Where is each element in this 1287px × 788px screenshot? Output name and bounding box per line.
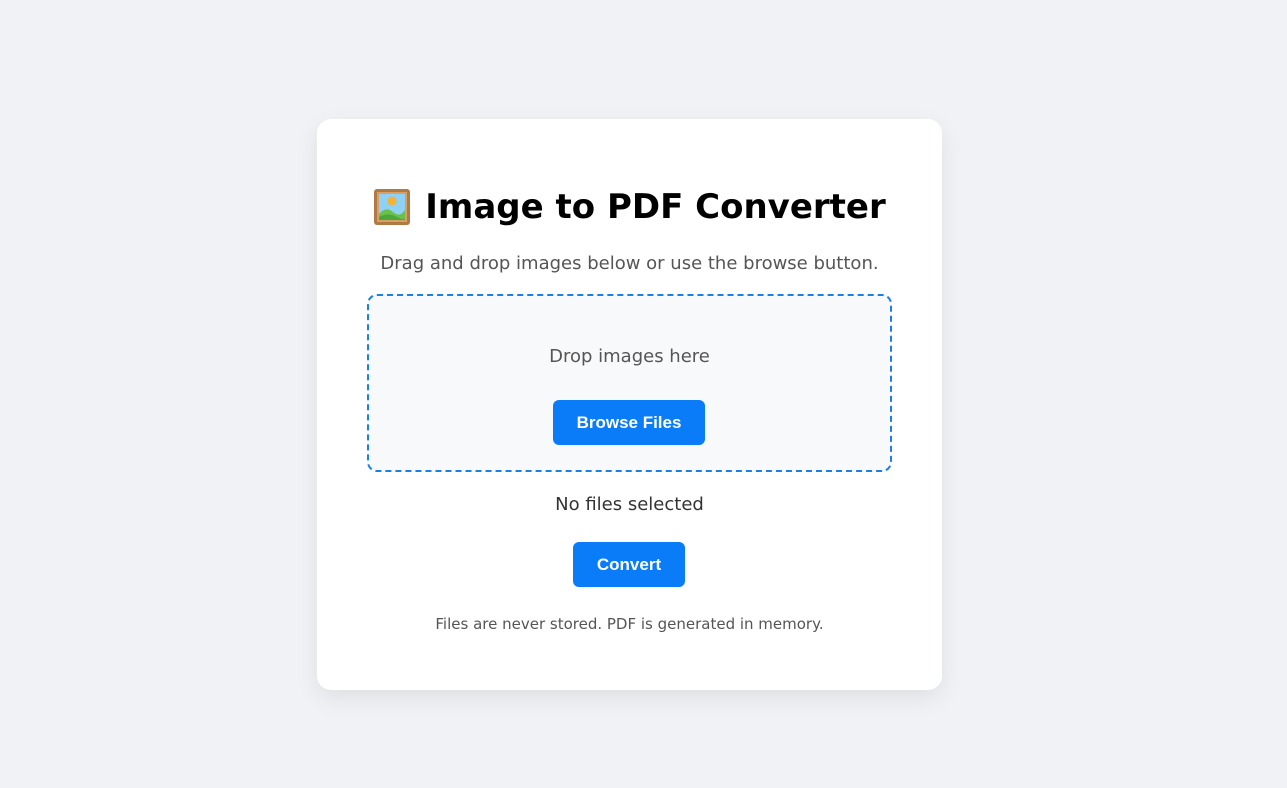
- converter-card: Image to PDF Converter Drag and drop ima…: [317, 119, 942, 690]
- image-dropzone[interactable]: Drop images here Browse Files: [367, 294, 892, 472]
- page-subtitle: Drag and drop images below or use the br…: [380, 253, 879, 274]
- page-title-text: Image to PDF Converter: [425, 187, 886, 227]
- convert-button[interactable]: Convert: [573, 542, 685, 587]
- framed-picture-icon: [373, 188, 411, 226]
- privacy-note: Files are never stored. PDF is generated…: [435, 615, 824, 633]
- page-title: Image to PDF Converter: [317, 183, 942, 231]
- dropzone-label: Drop images here: [549, 346, 710, 367]
- file-status-text: No files selected: [555, 494, 704, 515]
- browse-files-button[interactable]: Browse Files: [553, 400, 705, 445]
